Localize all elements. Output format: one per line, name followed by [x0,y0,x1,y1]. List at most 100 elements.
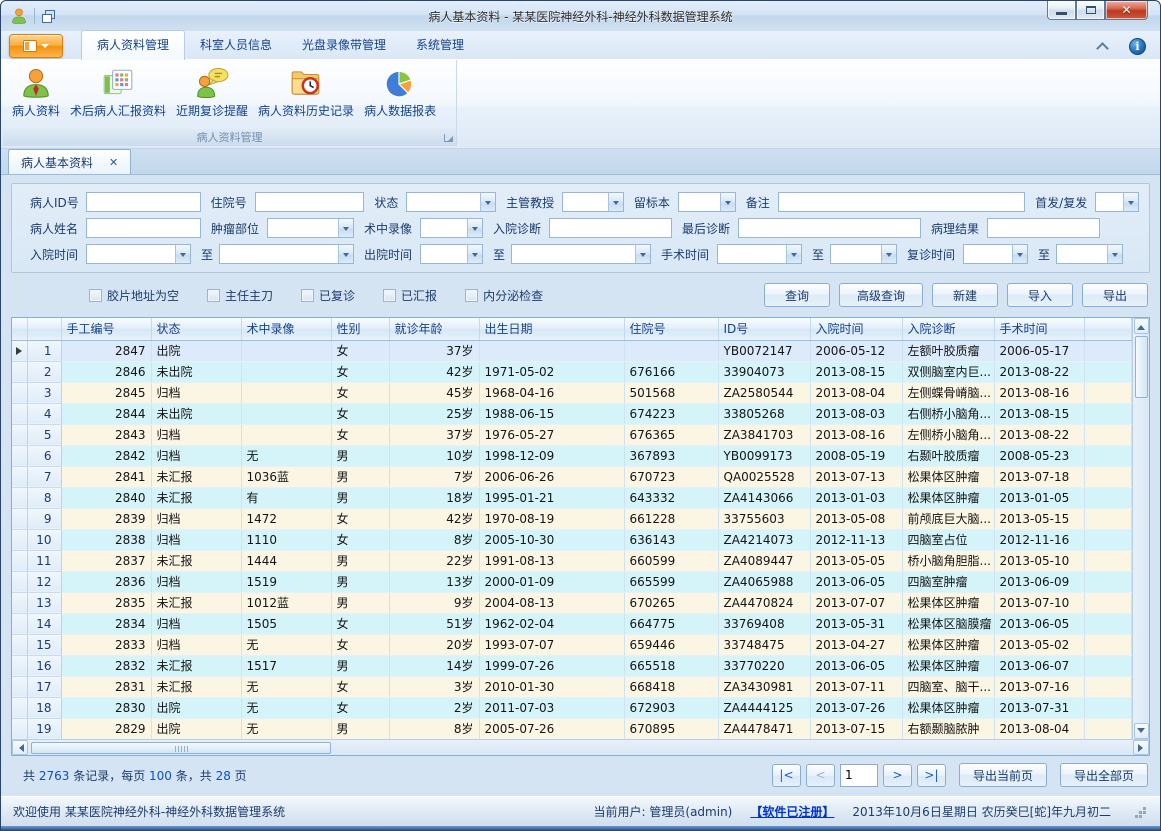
ribbon-tab-4[interactable]: 系统管理 [401,31,479,59]
action-button-导出[interactable]: 导出 [1082,283,1148,307]
dropdown-button[interactable] [1123,193,1138,211]
cell-admission-no[interactable]: 367893 [624,445,718,466]
cell-manual-no[interactable]: 2834 [61,613,151,634]
cell-manual-no[interactable]: 2840 [61,487,151,508]
row-indicator-cell[interactable] [12,361,27,382]
row-number-cell[interactable]: 9 [27,508,61,529]
cell-gender[interactable]: 男 [331,487,389,508]
cell-gender[interactable]: 女 [331,697,389,718]
ribbon-button-3[interactable]: 近期复诊提醒 [171,63,253,121]
cell-diagnosis[interactable]: 松果体区肿瘤 [902,697,994,718]
dropdown-button[interactable] [635,245,650,263]
cell-admission-no[interactable]: 643332 [624,487,718,508]
table-row[interactable]: 132835未汇报1012蓝男9岁2004-08-13670265ZA44708… [12,592,1132,613]
cell-diagnosis[interactable]: 左侧蝶骨嵴脑... [902,382,994,403]
cell-admit-date[interactable]: 2013-05-05 [810,550,902,571]
ribbon-tab-2[interactable]: 科室人员信息 [185,31,287,59]
cell-manual-no[interactable]: 2839 [61,508,151,529]
cell-id-no[interactable]: ZA3430981 [718,676,810,697]
checkbox-item-5[interactable]: 内分泌检查 [465,287,543,304]
text-input-住院号[interactable] [255,192,365,212]
cell-diagnosis[interactable]: 右额颞脑脓肿 [902,718,994,739]
cell-video[interactable]: 1505 [241,613,331,634]
cell-video[interactable] [241,361,331,382]
cell-status[interactable]: 归档 [151,424,241,445]
cell-diagnosis[interactable]: 四脑室占位 [902,529,994,550]
cell-gender[interactable]: 男 [331,445,389,466]
ribbon-button-2[interactable]: 术后病人汇报资料 [65,63,171,121]
cell-diagnosis[interactable]: 四脑室肿瘤 [902,571,994,592]
dropdown-button[interactable] [1012,245,1027,263]
cell-id-no[interactable]: YB0072147 [718,340,810,361]
text-input-入院诊断[interactable] [549,218,672,238]
cell-admit-date[interactable]: 2013-08-04 [810,382,902,403]
cell-manual-no[interactable]: 2843 [61,424,151,445]
cell-surgery-date[interactable]: 2013-07-31 [994,697,1084,718]
cell-video[interactable]: 无 [241,634,331,655]
dropdown-button[interactable] [720,193,735,211]
cell-manual-no[interactable]: 2831 [61,676,151,697]
cell-manual-no[interactable]: 2844 [61,403,151,424]
cell-birth-date[interactable]: 1995-01-21 [479,487,624,508]
cell-diagnosis[interactable]: 前颅底巨大脑... [902,508,994,529]
cell-admit-date[interactable]: 2013-08-15 [810,361,902,382]
cell-gender[interactable]: 女 [331,676,389,697]
column-header-gender[interactable]: 性别 [331,318,389,340]
cell-id-no[interactable]: ZA4470824 [718,592,810,613]
cell-age[interactable]: 14岁 [389,655,479,676]
application-menu-button[interactable] [9,34,63,58]
cell-gender[interactable]: 女 [331,634,389,655]
cell-surgery-date[interactable]: 2013-08-15 [994,403,1084,424]
cell-status[interactable]: 未汇报 [151,592,241,613]
cell-admit-date[interactable]: 2013-05-31 [810,613,902,634]
cell-age[interactable]: 2岁 [389,697,479,718]
vertical-scrollbar[interactable] [1132,318,1149,739]
cell-surgery-date[interactable]: 2013-07-10 [994,592,1084,613]
cell-gender[interactable]: 女 [331,340,389,361]
cell-birth-date[interactable]: 1971-05-02 [479,361,624,382]
dropdown-button[interactable] [467,245,482,263]
cell-diagnosis[interactable]: 松果体区肿瘤 [902,487,994,508]
maximize-button[interactable] [1076,1,1105,20]
cell-surgery-date[interactable]: 2013-06-07 [994,655,1084,676]
cell-id-no[interactable]: 33805268 [718,403,810,424]
registered-link[interactable]: 【软件已注册】 [750,803,834,820]
cell-status[interactable]: 未汇报 [151,676,241,697]
cell-manual-no[interactable]: 2833 [61,634,151,655]
cell-diagnosis[interactable]: 桥小脑角胆脂... [902,550,994,571]
checkbox-item-1[interactable]: 胶片地址为空 [89,287,179,304]
cell-surgery-date[interactable]: 2013-08-22 [994,361,1084,382]
cell-admission-no[interactable]: 659446 [624,634,718,655]
cell-surgery-date[interactable]: 2013-08-16 [994,382,1084,403]
cell-manual-no[interactable]: 2829 [61,718,151,739]
cell-birth-date[interactable] [479,340,624,361]
cell-status[interactable]: 未出院 [151,361,241,382]
row-indicator-cell[interactable] [12,445,27,466]
cell-id-no[interactable]: 33769408 [718,613,810,634]
cell-diagnosis[interactable]: 左额叶胶质瘤 [902,340,994,361]
cell-age[interactable]: 9岁 [389,592,479,613]
table-row[interactable]: 192829出院无男8岁2005-07-26670895ZA4478471201… [12,718,1132,739]
action-button-新建[interactable]: 新建 [932,283,998,307]
cell-manual-no[interactable]: 2847 [61,340,151,361]
cell-admission-no[interactable]: 665518 [624,655,718,676]
cell-age[interactable]: 45岁 [389,382,479,403]
cell-id-no[interactable]: ZA4089447 [718,550,810,571]
table-row[interactable]: 92839归档1472女42岁1970-08-19661228337556032… [12,508,1132,529]
cell-diagnosis[interactable]: 松果体区肿瘤 [902,592,994,613]
text-input-病人姓名[interactable] [86,218,201,238]
cell-status[interactable]: 归档 [151,445,241,466]
cell-birth-date[interactable]: 1970-08-19 [479,508,624,529]
dialog-launcher-icon[interactable] [444,134,452,142]
row-number-cell[interactable]: 19 [27,718,61,739]
cell-manual-no[interactable]: 2841 [61,466,151,487]
cell-admit-date[interactable]: 2013-07-11 [810,676,902,697]
cell-birth-date[interactable]: 1991-08-13 [479,550,624,571]
minimize-button[interactable] [1047,1,1076,20]
dropdown-button[interactable] [467,219,482,237]
cell-admit-date[interactable]: 2012-11-13 [810,529,902,550]
cell-age[interactable]: 51岁 [389,613,479,634]
cell-gender[interactable]: 女 [331,403,389,424]
horizontal-scroll-thumb[interactable] [31,742,331,754]
tab-patient-basic-info[interactable]: 病人基本资料 ✕ [8,149,131,174]
